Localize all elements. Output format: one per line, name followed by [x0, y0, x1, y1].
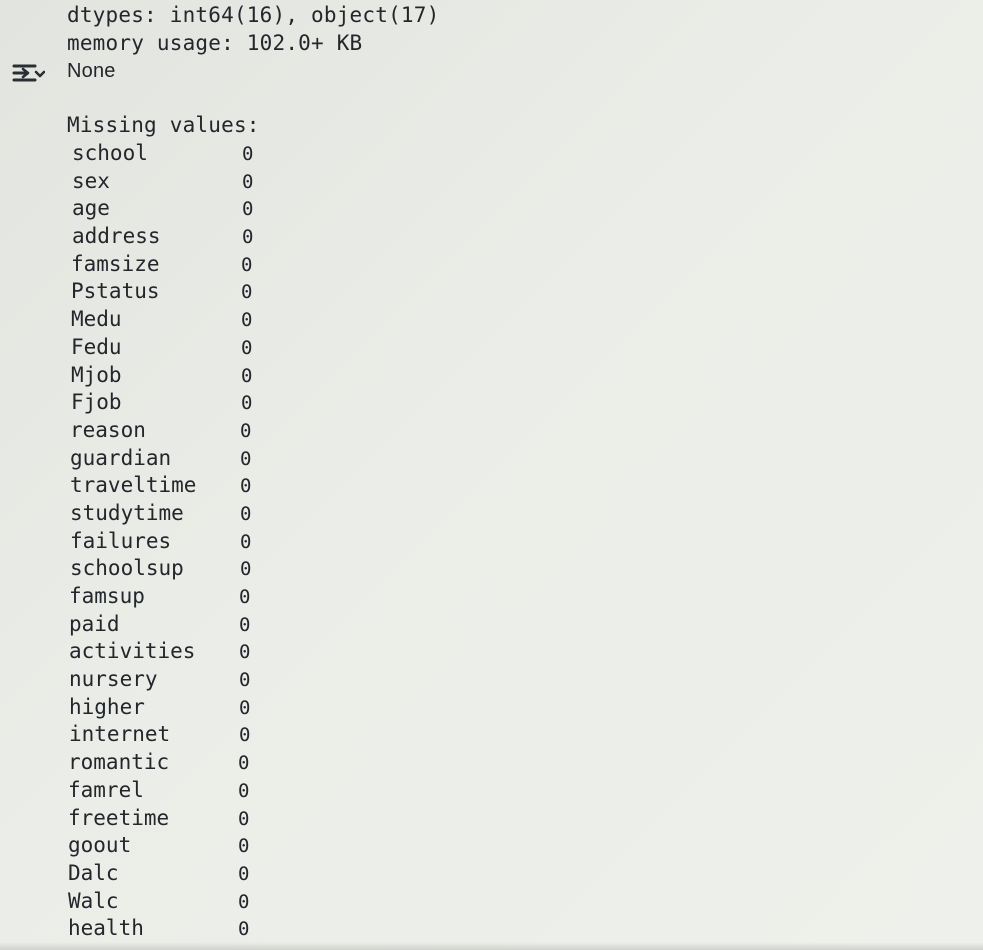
notebook-output-cell: dtypes: int64(16), object(17) memory usa…: [0, 0, 983, 950]
column-name: paid: [69, 611, 120, 636]
missing-count: 0: [241, 281, 253, 304]
column-name: guardian: [70, 445, 172, 470]
column-name: failures: [70, 528, 172, 553]
missing-values-row: Fedu 0: [66, 334, 366, 362]
missing-count: 0: [240, 475, 252, 498]
column-name: address: [72, 224, 161, 249]
missing-values-row: Dalc 0: [63, 860, 363, 888]
missing-values-row: school 0: [67, 140, 367, 168]
missing-count: 0: [238, 779, 250, 802]
column-name: health: [68, 916, 144, 941]
missing-values-row: guardian 0: [65, 445, 365, 473]
missing-values-row: famrel 0: [63, 777, 363, 805]
column-name: higher: [69, 694, 145, 719]
output-toggle-button[interactable]: [8, 58, 48, 92]
column-name: Pstatus: [71, 279, 160, 304]
missing-count: 0: [238, 752, 250, 775]
column-name: Fjob: [71, 390, 122, 415]
column-name: activities: [69, 639, 196, 664]
column-name: Mjob: [71, 362, 122, 387]
bottom-edge: [0, 942, 983, 950]
cell-gutter: [0, 0, 52, 950]
missing-values-row: health 0: [63, 915, 363, 943]
missing-values-row: famsize 0: [66, 251, 366, 279]
missing-values-row: age 0: [67, 195, 367, 223]
column-name: schoolsup: [70, 556, 184, 581]
missing-values-list: school 0 sex 0 age 0 address 0 famsize 0 Pstatus 0 M…: [60, 140, 360, 943]
missing-values-row: traveltime 0: [65, 472, 365, 500]
missing-count: 0: [240, 530, 252, 553]
column-name: Walc: [68, 888, 119, 913]
missing-values-row: address 0: [67, 223, 367, 251]
missing-values-row: internet 0: [64, 721, 364, 749]
column-name: Fedu: [71, 334, 122, 359]
missing-count: 0: [238, 918, 250, 941]
missing-values-row: nursery 0: [64, 666, 364, 694]
column-name: famsize: [71, 251, 160, 276]
missing-values-row: Medu 0: [66, 306, 366, 334]
missing-count: 0: [238, 807, 250, 830]
missing-values-row: Walc 0: [63, 888, 363, 916]
missing-count: 0: [240, 419, 252, 442]
missing-count: 0: [238, 862, 250, 885]
missing-values-row: Pstatus 0: [66, 278, 366, 306]
column-name: Dalc: [68, 860, 119, 885]
missing-values-row: schoolsup 0: [65, 555, 365, 583]
missing-values-row: famsup 0: [64, 583, 364, 611]
missing-count: 0: [241, 364, 253, 387]
memory-usage-line: memory usage: 102.0+ KB: [67, 31, 363, 55]
missing-count: 0: [241, 253, 253, 276]
dtypes-line: dtypes: int64(16), object(17): [67, 3, 440, 27]
missing-count: 0: [239, 613, 251, 636]
missing-values-row: sex 0: [67, 168, 367, 196]
column-name: freetime: [68, 805, 170, 830]
column-name: famrel: [68, 777, 144, 802]
missing-count: 0: [238, 835, 250, 858]
column-name: famsup: [69, 584, 145, 608]
missing-count: 0: [242, 198, 254, 221]
missing-values-row: studytime 0: [65, 500, 365, 528]
column-name: sex: [72, 168, 110, 193]
missing-count: 0: [238, 890, 250, 913]
missing-values-header: Missing values:: [67, 113, 260, 137]
missing-count: 0: [240, 558, 252, 581]
missing-values-row: failures 0: [65, 528, 365, 556]
missing-count: 0: [241, 392, 253, 415]
missing-values-row: romantic 0: [63, 749, 363, 777]
missing-count: 0: [240, 447, 252, 470]
missing-count: 0: [239, 696, 251, 719]
missing-count: 0: [239, 641, 251, 664]
missing-values-row: higher 0: [64, 694, 364, 722]
column-name: internet: [69, 722, 171, 747]
output-toggle-icon: [12, 64, 45, 82]
missing-values-row: Fjob 0: [66, 389, 366, 417]
missing-values-row: Mjob 0: [66, 362, 366, 390]
print-result-line: None: [67, 60, 116, 82]
missing-count: 0: [241, 309, 253, 332]
column-name: nursery: [69, 667, 158, 692]
missing-values-row: paid 0: [64, 611, 364, 639]
missing-count: 0: [241, 336, 253, 359]
column-name: reason: [70, 417, 146, 442]
missing-count: 0: [240, 502, 252, 525]
missing-values-row: reason 0: [65, 417, 365, 445]
missing-count: 0: [242, 143, 254, 165]
missing-values-row: activities 0: [64, 638, 364, 666]
column-name: Medu: [71, 307, 122, 332]
missing-count: 0: [242, 170, 254, 193]
column-name: studytime: [70, 500, 184, 525]
column-name: school: [72, 141, 148, 165]
missing-values-row: freetime 0: [63, 805, 363, 833]
column-name: romantic: [68, 750, 170, 775]
column-name: age: [72, 196, 110, 221]
missing-count: 0: [242, 226, 254, 249]
missing-count: 0: [239, 669, 251, 692]
column-name: goout: [68, 833, 132, 858]
missing-values-row: goout 0: [63, 832, 363, 860]
missing-count: 0: [239, 724, 251, 747]
missing-count: 0: [239, 586, 251, 608]
column-name: traveltime: [70, 473, 197, 498]
